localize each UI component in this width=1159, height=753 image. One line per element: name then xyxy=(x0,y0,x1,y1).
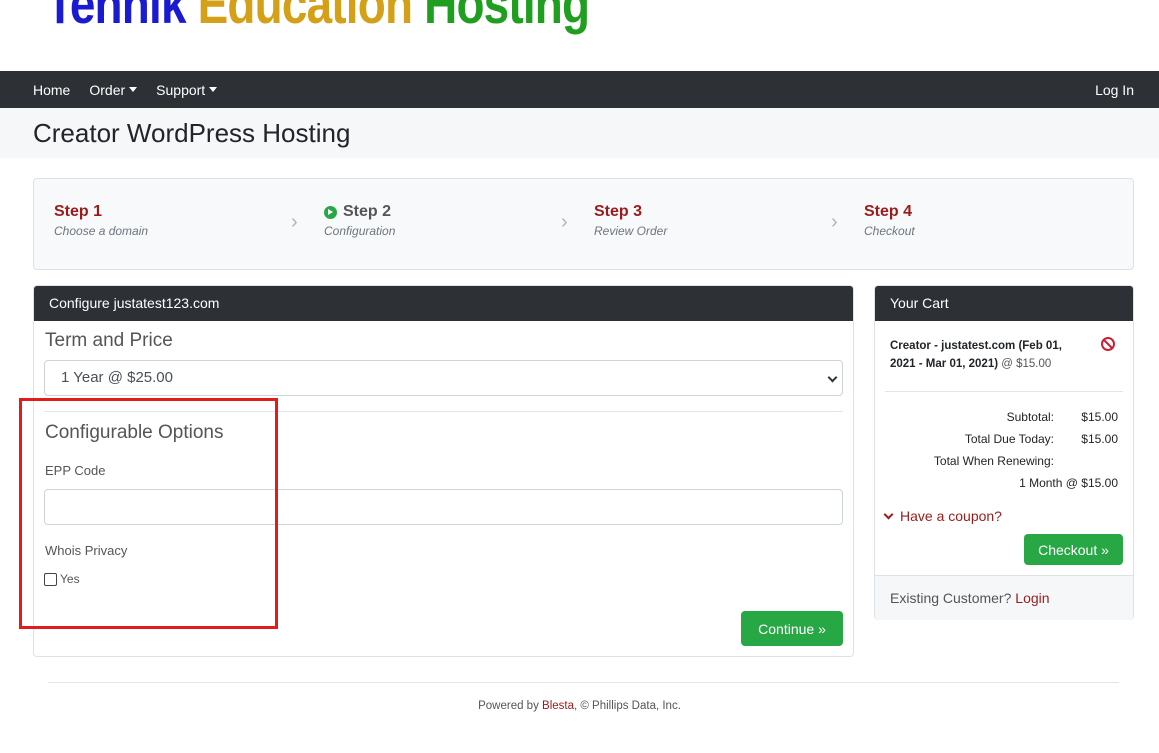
cart-panel-header: Your Cart xyxy=(875,286,1133,321)
nav-home-label: Home xyxy=(33,81,71,98)
chevron-down-icon xyxy=(827,372,838,383)
cart-item: Creator - justatest.com (Feb 01, 2021 - … xyxy=(890,337,1090,373)
total-renewing-label: Total When Renewing: xyxy=(933,454,1054,468)
step-4[interactable]: Step 4 Checkout xyxy=(864,203,915,238)
step-2-title: Step 2 xyxy=(343,203,392,220)
total-due-value: $15.00 xyxy=(1081,432,1118,446)
existing-customer-bar: Existing Customer? Login xyxy=(875,575,1133,620)
chevron-right-icon: › xyxy=(831,211,838,233)
powered-by-prefix: Powered by xyxy=(478,700,543,712)
coupon-toggle-label: Have a coupon? xyxy=(900,508,1002,524)
logo-part-3: Hosting xyxy=(412,0,590,35)
logo-part-2: Education xyxy=(185,0,413,35)
nav-login-link[interactable]: Log In xyxy=(1095,82,1134,98)
caret-down-icon xyxy=(209,87,218,92)
page-title-bar: Creator WordPress Hosting xyxy=(0,108,1159,158)
nav-support-dropdown[interactable]: Support xyxy=(156,81,218,98)
nav-order-label: Order xyxy=(89,81,126,98)
order-steps: Step 1 Choose a domain › Step 2 Configur… xyxy=(33,178,1134,270)
powered-by-suffix: , © Phillips Data, Inc. xyxy=(574,700,681,712)
existing-customer-text: Existing Customer? xyxy=(890,590,1016,606)
current-step-icon xyxy=(324,205,337,219)
step-3-subtitle: Review Order xyxy=(594,224,668,238)
highlight-annotation xyxy=(19,398,278,629)
subtotal-label: Subtotal: xyxy=(1006,410,1054,424)
page-title: Creator WordPress Hosting xyxy=(33,118,351,148)
cart-panel: Your Cart Creator - justatest.com (Feb 0… xyxy=(874,285,1134,620)
caret-down-icon xyxy=(129,87,138,92)
top-navbar: Home Order Support Log In xyxy=(0,71,1159,108)
step-4-title: Step 4 xyxy=(864,203,913,220)
step-1-subtitle: Choose a domain xyxy=(54,224,149,238)
nav-home[interactable]: Home xyxy=(33,82,70,98)
site-logo[interactable]: Tennik Education Hosting xyxy=(46,0,590,35)
cart-totals: Subtotal: $15.00 Total Due Today: $15.00 T… xyxy=(934,406,1118,494)
chevron-right-icon: › xyxy=(291,211,298,233)
term-price-heading: Term and Price xyxy=(45,330,173,351)
term-price-select[interactable]: 1 Year @ $25.00 xyxy=(44,360,843,396)
login-link[interactable]: Login xyxy=(1015,590,1049,606)
powered-by-footer: Powered by Blesta, © Phillips Data, Inc. xyxy=(0,700,1159,712)
coupon-toggle[interactable]: Have a coupon? xyxy=(883,508,1002,524)
chevron-down-icon xyxy=(883,509,894,519)
cart-item-price: @ $15.00 xyxy=(998,358,1052,370)
remove-item-icon[interactable] xyxy=(1101,337,1115,351)
nav-order-dropdown[interactable]: Order xyxy=(89,81,138,98)
checkout-button[interactable]: Checkout » xyxy=(1024,534,1123,565)
nav-support-label: Support xyxy=(156,81,206,98)
subtotal-value: $15.00 xyxy=(1081,410,1118,424)
term-price-selected: 1 Year @ $25.00 xyxy=(61,369,173,386)
logo-part-1: Tennik xyxy=(46,0,186,35)
total-renewing-value: 1 Month @ $15.00 xyxy=(1019,476,1118,490)
total-due-label: Total Due Today: xyxy=(964,432,1054,446)
step-3[interactable]: Step 3 Review Order xyxy=(594,203,667,238)
footer-divider xyxy=(48,682,1119,683)
step-3-title: Step 3 xyxy=(594,203,643,220)
step-2-subtitle: Configuration xyxy=(324,224,396,238)
step-1-title: Step 1 xyxy=(54,203,103,220)
configure-panel-header: Configure justatest123.com xyxy=(34,286,853,321)
blesta-link[interactable]: Blesta xyxy=(542,700,574,712)
chevron-right-icon: › xyxy=(561,211,568,233)
step-2: Step 2 Configuration xyxy=(324,203,395,238)
step-1[interactable]: Step 1 Choose a domain xyxy=(54,203,148,238)
continue-button[interactable]: Continue » xyxy=(741,611,843,646)
cart-divider xyxy=(885,391,1123,392)
step-4-subtitle: Checkout xyxy=(864,224,915,238)
